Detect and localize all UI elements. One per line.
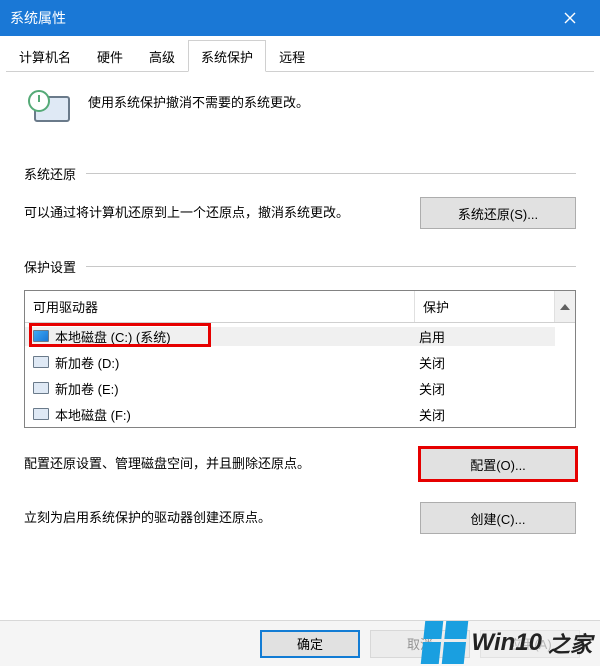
table-row[interactable]: 新加卷 (E:) 关闭 xyxy=(25,375,575,401)
table-row[interactable]: 本地磁盘 (C:) (系统) 启用 xyxy=(25,323,575,349)
titlebar: 系统属性 xyxy=(0,0,600,36)
configure-button[interactable]: 配置(O)... xyxy=(420,448,576,480)
drive-status: 关闭 xyxy=(415,379,555,398)
close-button[interactable] xyxy=(550,0,590,36)
section-settings-title: 保护设置 xyxy=(24,257,76,276)
chevron-up-icon xyxy=(560,304,570,310)
drive-name: 本地磁盘 (F:) xyxy=(55,405,131,424)
tab-advanced[interactable]: 高级 xyxy=(136,40,188,72)
drive-name: 新加卷 (D:) xyxy=(55,353,119,372)
table-body: 本地磁盘 (C:) (系统) 启用 新加卷 (D:) 关闭 新加卷 (E:) 关… xyxy=(25,323,575,427)
apply-button[interactable]: 应用(A) xyxy=(480,630,580,658)
drive-icon xyxy=(33,382,49,394)
drive-table: 可用驱动器 保护 本地磁盘 (C:) (系统) 启用 新加卷 (D:) 关闭 新… xyxy=(24,290,576,428)
tab-computer-name[interactable]: 计算机名 xyxy=(6,40,84,72)
intro-row: 使用系统保护撤消不需要的系统更改。 xyxy=(28,90,576,134)
restore-row: 可以通过将计算机还原到上一个还原点，撤消系统更改。 系统还原(S)... xyxy=(24,197,576,229)
tab-system-protection[interactable]: 系统保护 xyxy=(188,40,266,72)
system-restore-button[interactable]: 系统还原(S)... xyxy=(420,197,576,229)
drive-name: 本地磁盘 (C:) (系统) xyxy=(55,327,171,346)
section-restore-title: 系统还原 xyxy=(24,164,76,183)
tab-panel: 使用系统保护撤消不需要的系统更改。 系统还原 可以通过将计算机还原到上一个还原点… xyxy=(0,72,600,554)
dialog-footer: 确定 取消 应用(A) xyxy=(0,620,600,666)
create-row: 立刻为启用系统保护的驱动器创建还原点。 创建(C)... xyxy=(24,502,576,534)
col-protection[interactable]: 保护 xyxy=(415,291,555,322)
intro-text: 使用系统保护撤消不需要的系统更改。 xyxy=(88,90,309,111)
drive-icon xyxy=(33,356,49,368)
create-button[interactable]: 创建(C)... xyxy=(420,502,576,534)
system-protection-icon xyxy=(28,90,76,134)
table-header: 可用驱动器 保护 xyxy=(25,291,575,323)
scroll-up[interactable] xyxy=(555,291,575,322)
divider xyxy=(86,173,576,174)
section-settings-header: 保护设置 xyxy=(24,257,576,276)
tab-hardware[interactable]: 硬件 xyxy=(84,40,136,72)
drive-status: 关闭 xyxy=(415,405,555,424)
section-restore-header: 系统还原 xyxy=(24,164,576,183)
drive-icon xyxy=(33,330,49,342)
col-drive[interactable]: 可用驱动器 xyxy=(25,291,415,322)
configure-row: 配置还原设置、管理磁盘空间，并且删除还原点。 配置(O)... xyxy=(24,448,576,480)
divider xyxy=(86,266,576,267)
drive-name: 新加卷 (E:) xyxy=(55,379,119,398)
close-icon xyxy=(564,12,576,24)
drive-status: 启用 xyxy=(415,327,555,346)
tab-strip: 计算机名 硬件 高级 系统保护 远程 xyxy=(6,42,594,72)
window-title: 系统属性 xyxy=(10,8,550,28)
create-desc: 立刻为启用系统保护的驱动器创建还原点。 xyxy=(24,507,400,529)
drive-status: 关闭 xyxy=(415,353,555,372)
table-row[interactable]: 新加卷 (D:) 关闭 xyxy=(25,349,575,375)
configure-desc: 配置还原设置、管理磁盘空间，并且删除还原点。 xyxy=(24,453,400,475)
tab-remote[interactable]: 远程 xyxy=(266,40,318,72)
restore-desc: 可以通过将计算机还原到上一个还原点，撤消系统更改。 xyxy=(24,202,400,224)
drive-icon xyxy=(33,408,49,420)
cancel-button[interactable]: 取消 xyxy=(370,630,470,658)
table-row[interactable]: 本地磁盘 (F:) 关闭 xyxy=(25,401,575,427)
ok-button[interactable]: 确定 xyxy=(260,630,360,658)
